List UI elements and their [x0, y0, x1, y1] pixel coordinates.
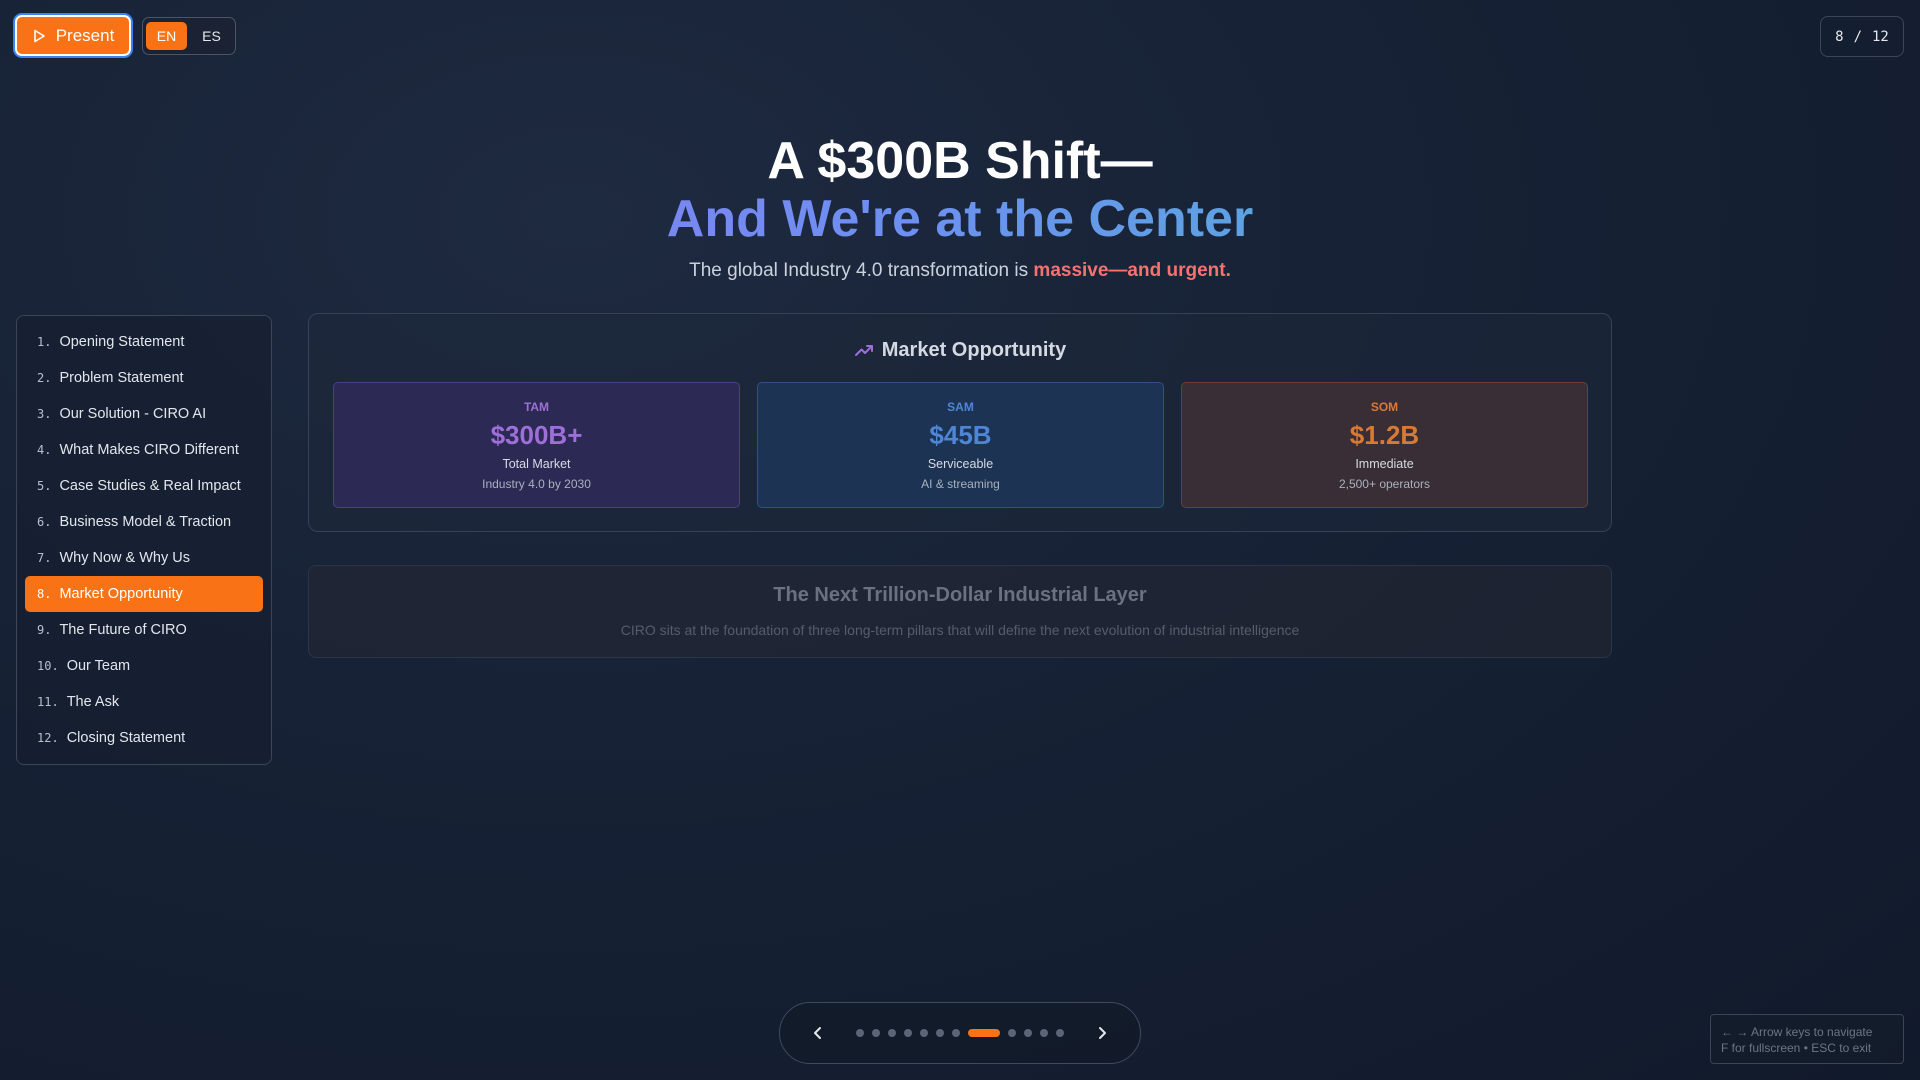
slide-dot-5[interactable] — [920, 1029, 928, 1037]
sidebar-item-label: Case Studies & Real Impact — [59, 478, 241, 494]
sidebar-item-what-makes-ciro-different[interactable]: 4. What Makes CIRO Different — [25, 432, 263, 468]
sam-metric-card: SAM $45B Serviceable AI & streaming — [757, 382, 1164, 508]
metric-subtext: Industry 4.0 by 2030 — [482, 477, 591, 491]
sidebar-item-number: 12. — [37, 731, 59, 745]
hint-line-navigate: ← → Arrow keys to navigate — [1721, 1025, 1873, 1039]
counter-separator: / — [1853, 28, 1862, 45]
sidebar-item-label: Our Team — [66, 658, 131, 674]
metric-label: SOM — [1370, 400, 1399, 414]
sidebar-item-label: Business Model & Traction — [59, 514, 232, 530]
sidebar-item-closing-statement[interactable]: 12. Closing Statement — [25, 720, 263, 756]
sidebar-item-number: 9. — [37, 623, 52, 637]
metric-label: TAM — [523, 400, 550, 414]
sidebar-item-number: 10. — [37, 659, 59, 673]
slide-dot-3[interactable] — [888, 1029, 896, 1037]
sidebar-item-label: What Makes CIRO Different — [59, 442, 239, 458]
metric-subtext: 2,500+ operators — [1338, 477, 1431, 491]
sidebar-item-label: Why Now & Why Us — [59, 550, 190, 566]
sidebar-item-label: Our Solution - CIRO AI — [59, 406, 207, 422]
metric-description: Serviceable — [927, 457, 994, 471]
subtitle-text: The global Industry 4.0 transformation i… — [689, 260, 1034, 281]
sidebar-item-our-team[interactable]: 10. Our Team — [25, 648, 263, 684]
metric-value: $1.2B — [1349, 420, 1420, 450]
total-slides-number: 12 — [1872, 28, 1889, 45]
sidebar-item-label: Opening Statement — [59, 334, 185, 350]
metric-value: $300B+ — [490, 420, 583, 450]
slide-dot-4[interactable] — [904, 1029, 912, 1037]
slide-dot-6[interactable] — [936, 1029, 944, 1037]
slide-pager — [779, 1002, 1141, 1064]
metric-subtext: AI & streaming — [921, 477, 1000, 491]
trending-up-icon — [854, 344, 873, 356]
present-button[interactable]: Present — [15, 15, 131, 56]
sidebar-item-market-opportunity[interactable]: 8. Market Opportunity — [25, 576, 263, 612]
slide-dot-1[interactable] — [856, 1029, 864, 1037]
next-section-text: CIRO sits at the foundation of three lon… — [620, 622, 1300, 638]
slide-counter: 8 / 12 — [1820, 16, 1904, 57]
slide-dot-2[interactable] — [872, 1029, 880, 1037]
sidebar-item-number: 1. — [37, 335, 52, 349]
sidebar-item-label: The Future of CIRO — [59, 622, 187, 638]
sidebar-item-number: 11. — [37, 695, 59, 709]
sidebar-item-label: Problem Statement — [59, 370, 184, 386]
sidebar-item-case-studies[interactable]: 5. Case Studies & Real Impact — [25, 468, 263, 504]
slide-title: A $300B Shift— — [767, 132, 1153, 190]
chevron-right-icon — [1099, 1027, 1106, 1039]
sidebar-item-future-of-ciro[interactable]: 9. The Future of CIRO — [25, 612, 263, 648]
hint-line-fullscreen: F for fullscreen • ESC to exit — [1721, 1041, 1872, 1055]
slide-subtitle: The global Industry 4.0 transformation i… — [300, 260, 1620, 282]
market-card-header: Market Opportunity — [309, 339, 1611, 362]
subtitle-highlight: massive—and urgent. — [1033, 260, 1231, 281]
next-section-heading: The Next Trillion-Dollar Industrial Laye… — [773, 584, 1147, 606]
sidebar-item-the-ask[interactable]: 11. The Ask — [25, 684, 263, 720]
sidebar-item-number: 2. — [37, 371, 52, 385]
keyboard-hint: ← → Arrow keys to navigate F for fullscr… — [1710, 1014, 1904, 1064]
metric-label: SAM — [947, 400, 974, 414]
language-option-es[interactable]: ES — [191, 22, 232, 50]
next-trillion-dollar-card: The Next Trillion-Dollar Industrial Laye… — [308, 565, 1612, 658]
sidebar-item-our-solution[interactable]: 3. Our Solution - CIRO AI — [25, 396, 263, 432]
sidebar-item-label: Closing Statement — [66, 730, 186, 746]
sidebar-item-number: 7. — [37, 551, 52, 565]
sidebar-item-business-model[interactable]: 6. Business Model & Traction — [25, 504, 263, 540]
sidebar-item-number: 5. — [37, 479, 52, 493]
tam-metric-card: TAM $300B+ Total Market Industry 4.0 by … — [333, 382, 740, 508]
current-slide-number: 8 — [1835, 28, 1844, 45]
language-option-en[interactable]: EN — [146, 22, 187, 50]
sidebar-item-why-now[interactable]: 7. Why Now & Why Us — [25, 540, 263, 576]
slide-navigation-sidebar: 1. Opening Statement 2. Problem Statement … — [16, 315, 272, 765]
chevron-left-icon — [814, 1027, 821, 1039]
present-label: Present — [55, 25, 115, 45]
slide-header: A $300B Shift— And We're at the Center T… — [300, 132, 1620, 282]
previous-slide-button[interactable] — [804, 1019, 832, 1047]
play-icon — [33, 29, 45, 42]
sidebar-item-number: 3. — [37, 407, 52, 421]
slide-title-gradient: And We're at the Center — [300, 190, 1620, 248]
som-metric-card: SOM $1.2B Immediate 2,500+ operators — [1181, 382, 1588, 508]
sidebar-item-problem-statement[interactable]: 2. Problem Statement — [25, 360, 263, 396]
metric-value: $45B — [929, 420, 992, 450]
slide-dot-8-active[interactable] — [968, 1029, 1000, 1037]
sidebar-item-label: The Ask — [66, 694, 120, 710]
slide-dot-10[interactable] — [1024, 1029, 1032, 1037]
sidebar-item-number: 4. — [37, 443, 52, 457]
metric-description: Total Market — [502, 457, 571, 471]
language-toggle: EN ES — [142, 17, 236, 55]
metric-description: Immediate — [1355, 457, 1414, 471]
sidebar-item-opening-statement[interactable]: 1. Opening Statement — [25, 324, 263, 360]
sidebar-item-label: Market Opportunity — [59, 586, 183, 602]
slide-dot-7[interactable] — [952, 1029, 960, 1037]
slide-dot-9[interactable] — [1008, 1029, 1016, 1037]
slide-dot-11[interactable] — [1040, 1029, 1048, 1037]
slide-dot-12[interactable] — [1056, 1029, 1064, 1037]
next-slide-button[interactable] — [1088, 1019, 1116, 1047]
market-card-title: Market Opportunity — [881, 339, 1067, 361]
slide-dots — [856, 1029, 1064, 1037]
market-opportunity-card: Market Opportunity TAM $300B+ Total Mark… — [308, 313, 1612, 532]
sidebar-item-number: 6. — [37, 515, 52, 529]
sidebar-item-number: 8. — [37, 587, 52, 601]
